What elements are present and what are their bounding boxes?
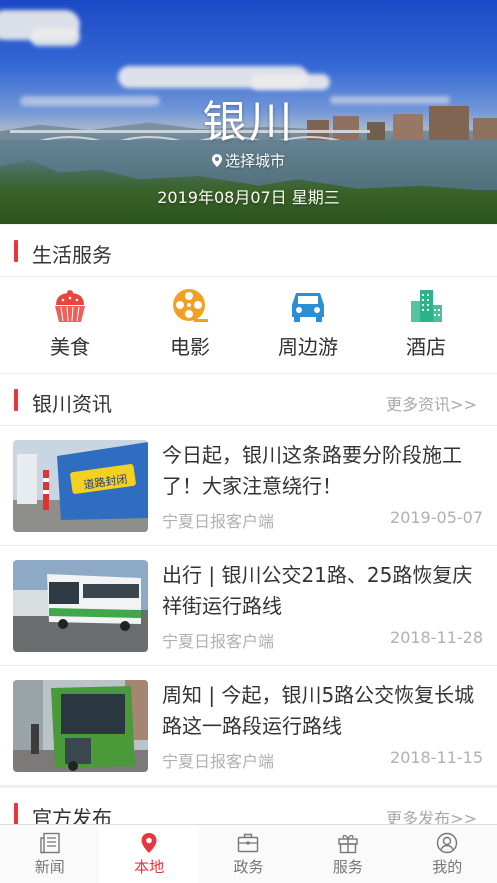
tab-label: 服务 <box>332 858 363 876</box>
briefcase-icon <box>238 833 259 853</box>
news-headline: 周知 | 今起，银川5路公交恢复长城路这一路段运行路线 <box>162 683 475 738</box>
news-item[interactable]: 周知 | 今起，银川5路公交恢复长城路这一路段运行路线 宁夏日报客户端 2018… <box>0 666 497 786</box>
news-source: 宁夏日报客户端 <box>162 752 275 771</box>
news-headline: 今日起，银川这条路要分阶段施工了！大家注意绕行！ <box>162 443 462 498</box>
news-date: 2018-11-15 <box>390 748 483 767</box>
service-label: 电影 <box>170 335 210 359</box>
news-item[interactable]: 道路封闭 今日起，银川这条路要分阶段施工了！大家注意绕行！ 宁夏日报客户端 20… <box>0 426 497 546</box>
section-accent-bar <box>14 803 18 825</box>
life-services-grid: 美食 电影 周边游 酒店 <box>0 277 497 373</box>
user-icon <box>437 832 458 854</box>
tab-label: 政务 <box>233 858 264 876</box>
service-label: 酒店 <box>406 335 446 359</box>
news-date: 2018-11-28 <box>390 628 483 647</box>
current-date: 2019年08月07日 星期三 <box>157 188 340 207</box>
life-services-header: 生活服务 <box>0 225 497 277</box>
location-pin-icon <box>141 833 157 853</box>
news-section-header: 银川资讯 更多资讯>> <box>0 374 497 426</box>
news-thumbnail: 道路封闭 <box>13 440 148 532</box>
service-label: 周边游 <box>278 335 338 359</box>
section-title: 银川资讯 <box>32 392 112 416</box>
gift-icon <box>338 834 358 854</box>
tab-label: 新闻 <box>34 858 65 876</box>
news-headline: 出行 | 银川公交21路、25路恢复庆祥街运行路线 <box>162 563 473 618</box>
service-movie[interactable]: 电影 <box>140 289 240 360</box>
news-source: 宁夏日报客户端 <box>162 632 275 651</box>
news-item[interactable]: 出行 | 银川公交21路、25路恢复庆祥街运行路线 宁夏日报客户端 2018-1… <box>0 546 497 666</box>
tab-services[interactable]: 服务 <box>298 825 397 883</box>
section-title: 生活服务 <box>32 243 112 267</box>
film-reel-icon <box>173 289 208 322</box>
tab-mine[interactable]: 我的 <box>398 825 497 883</box>
tab-news[interactable]: 新闻 <box>0 825 99 883</box>
official-section-header: 官方发布 更多发布>> <box>0 788 497 830</box>
news-thumbnail <box>13 560 148 652</box>
tab-label: 我的 <box>432 858 463 876</box>
service-food[interactable]: 美食 <box>20 289 120 360</box>
section-accent-bar <box>14 240 18 262</box>
location-pin-icon <box>211 154 222 167</box>
news-source: 宁夏日报客户端 <box>162 512 275 531</box>
more-news-link[interactable]: 更多资讯>> <box>386 391 477 415</box>
tab-label: 本地 <box>134 858 165 876</box>
cupcake-icon <box>55 290 85 322</box>
news-date: 2019-05-07 <box>390 508 483 527</box>
section-accent-bar <box>14 389 18 411</box>
select-city-button[interactable]: 选择城市 <box>0 150 497 171</box>
select-city-label: 选择城市 <box>224 152 285 170</box>
service-hotel[interactable]: 酒店 <box>376 289 476 360</box>
building-icon <box>411 290 442 322</box>
service-nearby-travel[interactable]: 周边游 <box>258 289 358 360</box>
newspaper-icon <box>39 832 60 854</box>
bottom-tab-bar: 新闻 本地 政务 服务 我的 <box>0 824 497 883</box>
car-icon <box>292 293 324 322</box>
tab-government[interactable]: 政务 <box>199 825 298 883</box>
city-name: 银川 <box>202 97 295 148</box>
service-label: 美食 <box>50 335 90 359</box>
tab-local[interactable]: 本地 <box>99 825 199 883</box>
news-thumbnail <box>13 680 148 772</box>
